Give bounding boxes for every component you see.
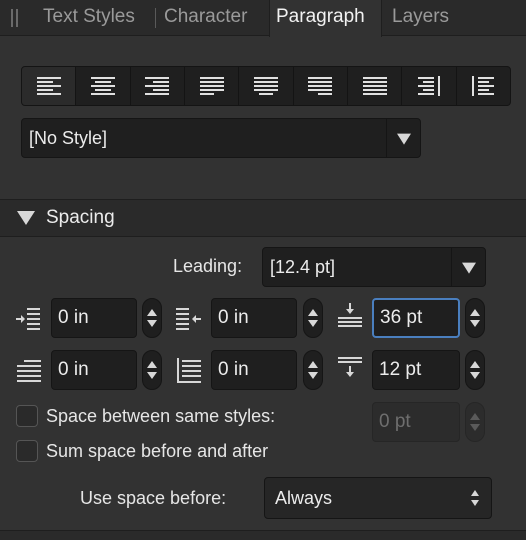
same-styles-field[interactable] xyxy=(372,402,460,442)
left-indent-stepper[interactable] xyxy=(142,298,162,338)
tab-paragraph[interactable]: Paragraph xyxy=(269,0,382,37)
chevron-down-icon xyxy=(461,262,476,274)
first-line-indent-icon xyxy=(17,360,41,382)
left-indent-field[interactable] xyxy=(51,298,137,338)
use-space-before-value: Always xyxy=(275,487,333,508)
left-indent-icon xyxy=(16,308,40,330)
align-right-icon xyxy=(145,77,170,95)
tab-layers[interactable]: Layers xyxy=(392,0,449,36)
left-indent-input[interactable] xyxy=(52,299,136,337)
use-space-before-select[interactable]: Always xyxy=(264,477,492,519)
justify-left-button[interactable] xyxy=(185,67,240,105)
alignment-bar xyxy=(21,66,511,106)
first-line-indent-input[interactable] xyxy=(52,351,136,389)
space-before-stepper[interactable] xyxy=(465,298,485,338)
last-line-indent-stepper[interactable] xyxy=(303,350,323,390)
align-toward-spine-button[interactable] xyxy=(402,67,457,105)
right-indent-field[interactable] xyxy=(211,298,297,338)
paragraph-style-dropdown[interactable]: [No Style] xyxy=(21,118,421,158)
same-styles-checkbox[interactable] xyxy=(16,405,38,427)
panel-grip-icon[interactable] xyxy=(11,9,19,27)
right-indent-icon xyxy=(176,308,201,330)
justify-all-button[interactable] xyxy=(348,67,403,105)
space-before-input[interactable] xyxy=(374,300,458,336)
leading-dropdown[interactable]: [12.4 pt] xyxy=(262,247,486,287)
panel-bottom-border xyxy=(0,530,526,540)
space-after-field[interactable] xyxy=(372,350,460,390)
leading-dropdown-arrow xyxy=(451,248,485,286)
last-line-indent-icon xyxy=(177,358,201,383)
updown-chevron-icon xyxy=(471,490,481,506)
justify-right-button[interactable] xyxy=(294,67,348,105)
tab-separator xyxy=(155,8,156,28)
align-right-button[interactable] xyxy=(131,67,185,105)
space-after-stepper[interactable] xyxy=(465,350,485,390)
space-after-icon xyxy=(338,357,362,377)
justify-left-icon xyxy=(199,77,224,95)
tab-bar: Text Styles Character Paragraph Layers xyxy=(0,0,526,37)
dropdown-arrow xyxy=(386,119,420,157)
leading-label: Leading: xyxy=(173,256,243,276)
same-styles-input[interactable] xyxy=(373,403,459,441)
same-styles-stepper[interactable] xyxy=(465,402,485,442)
align-away-spine-icon xyxy=(472,76,495,96)
first-line-indent-stepper[interactable] xyxy=(142,350,162,390)
align-left-button[interactable] xyxy=(22,67,77,105)
justify-right-icon xyxy=(308,77,333,95)
sum-space-label: Sum space before and after xyxy=(46,441,269,461)
sum-space-checkbox[interactable] xyxy=(16,440,38,462)
align-center-icon xyxy=(90,77,115,95)
paragraph-style-value: [No Style] xyxy=(29,127,108,148)
tab-character[interactable]: Character xyxy=(164,0,247,36)
leading-value: [12.4 pt] xyxy=(270,256,336,277)
justify-all-icon xyxy=(362,77,387,95)
first-line-indent-field[interactable] xyxy=(51,350,137,390)
right-indent-input[interactable] xyxy=(212,299,296,337)
align-toward-spine-icon xyxy=(417,76,440,96)
spacing-section-title: Spacing xyxy=(46,207,115,228)
align-away-spine-button[interactable] xyxy=(457,67,510,105)
last-line-indent-field[interactable] xyxy=(211,350,297,390)
right-indent-stepper[interactable] xyxy=(303,298,323,338)
spacing-section-header[interactable]: Spacing xyxy=(0,199,526,237)
chevron-down-icon xyxy=(396,133,411,145)
space-before-icon xyxy=(338,303,362,327)
space-after-input[interactable] xyxy=(373,351,459,389)
align-left-icon xyxy=(36,77,61,95)
last-line-indent-input[interactable] xyxy=(212,351,296,389)
justify-center-button[interactable] xyxy=(239,67,294,105)
justify-center-icon xyxy=(253,77,278,95)
align-center-button[interactable] xyxy=(76,67,131,105)
space-before-field[interactable] xyxy=(372,298,460,338)
use-space-before-label: Use space before: xyxy=(80,488,227,508)
tab-text-styles[interactable]: Text Styles xyxy=(43,0,135,36)
same-styles-label: Space between same styles: xyxy=(46,406,276,426)
disclosure-triangle-icon xyxy=(17,211,35,225)
